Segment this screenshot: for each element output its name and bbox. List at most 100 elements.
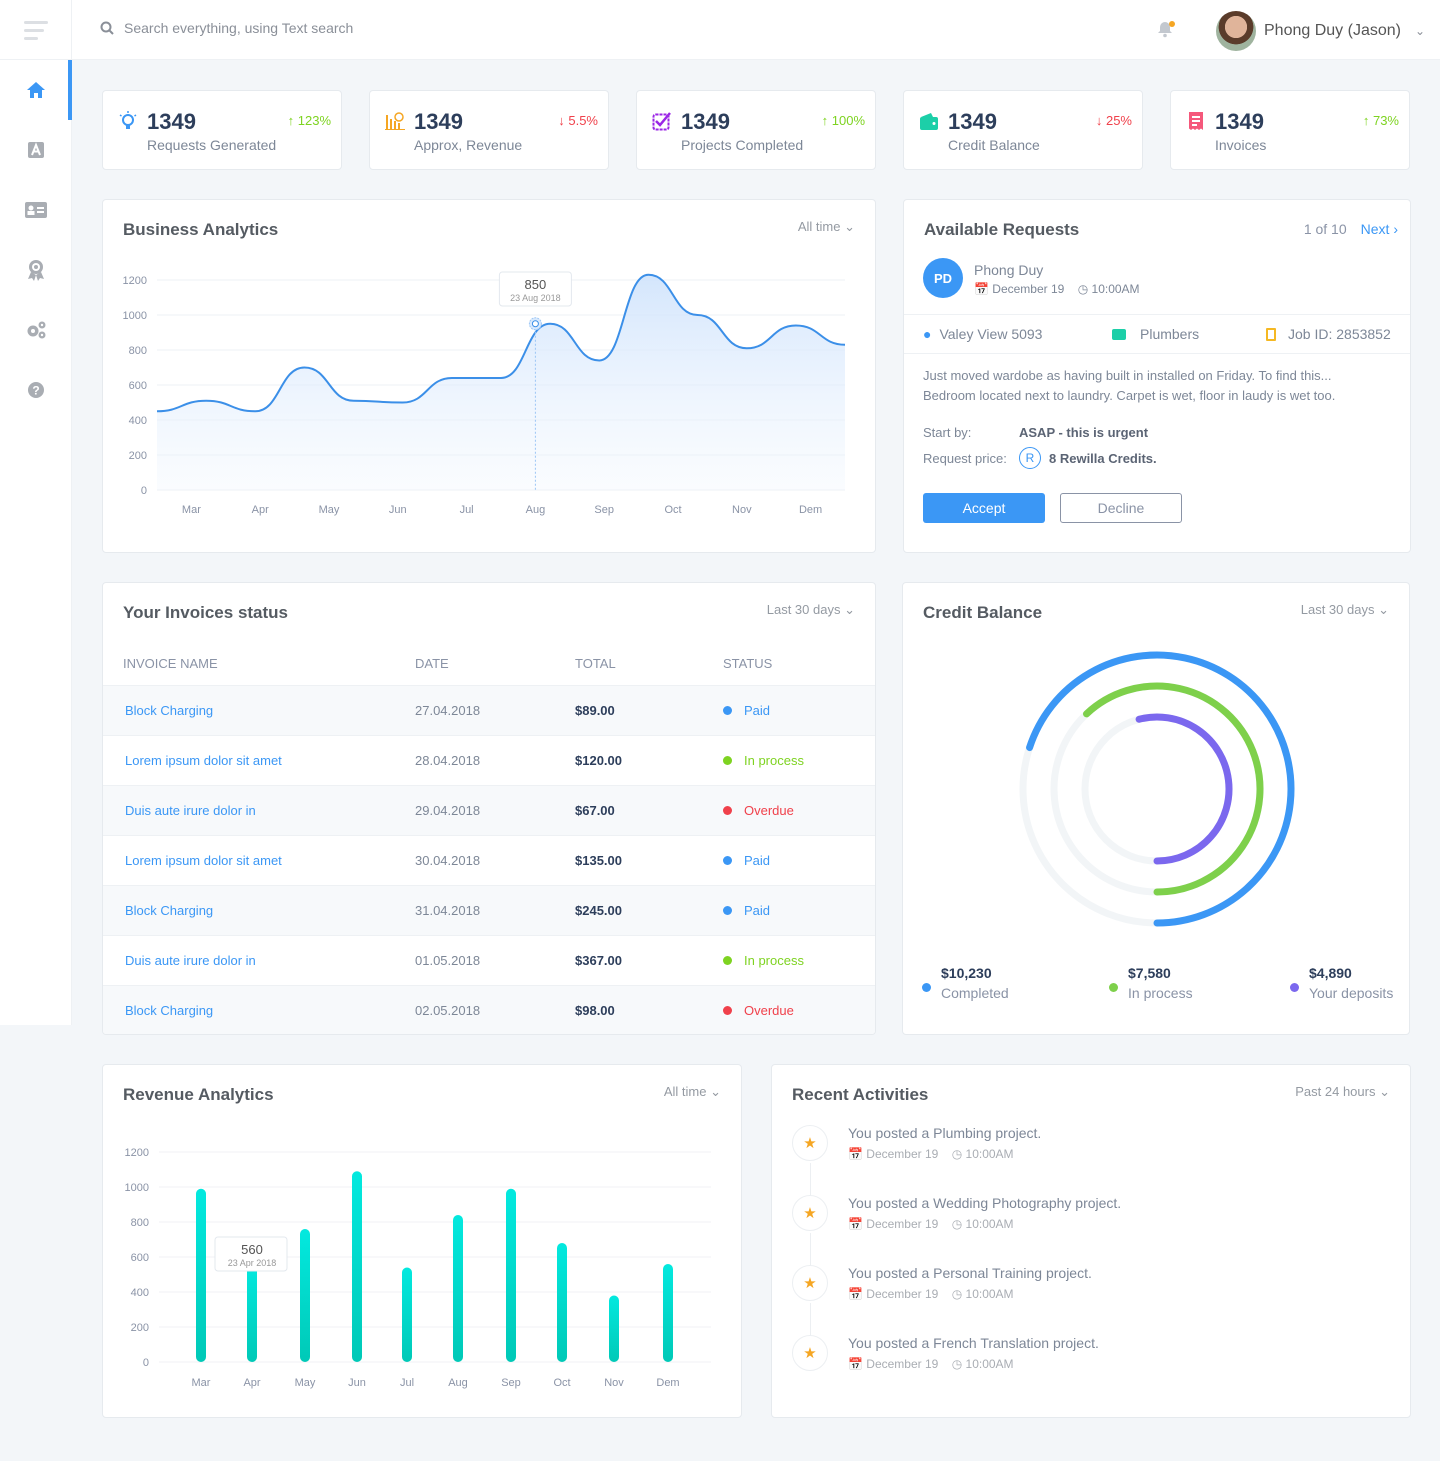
bar[interactable] (557, 1243, 567, 1362)
chevron-right-icon: › (1393, 221, 1398, 237)
chevron-down-icon: ⌄ (1379, 1084, 1390, 1099)
activity-date: December 19 (866, 1357, 939, 1371)
bar[interactable] (247, 1264, 257, 1362)
x-tick-label: Aug (526, 504, 546, 516)
avatar (1216, 11, 1256, 51)
invoice-name-link[interactable]: Lorem ipsum dolor sit amet (103, 735, 415, 786)
y-tick-label: 0 (141, 485, 147, 497)
bar[interactable] (402, 1267, 412, 1363)
invoice-status: Paid (723, 685, 875, 736)
table-row[interactable]: Lorem ipsum dolor sit amet 30.04.2018 $1… (103, 835, 875, 886)
stat-change-value: 123% (297, 113, 331, 128)
price-value: 8 Rewilla Credits. (1049, 451, 1157, 466)
table-row[interactable]: Block Charging 27.04.2018 $89.00 Paid (103, 685, 875, 736)
stat-label: Projects Completed (681, 137, 804, 153)
sidebar-item-settings[interactable] (0, 300, 71, 360)
bar[interactable] (453, 1215, 463, 1362)
invoice-name-link[interactable]: Duis aute irure dolor in (103, 935, 415, 986)
decline-button[interactable]: Decline (1060, 493, 1182, 523)
bar[interactable] (609, 1295, 619, 1363)
table-row[interactable]: Lorem ipsum dolor sit amet 28.04.2018 $1… (103, 735, 875, 786)
invoice-name-link[interactable]: Duis aute irure dolor in (103, 785, 415, 836)
time-filter-dropdown[interactable]: Last 30 days ⌄ (767, 602, 855, 618)
invoice-name-link[interactable]: Block Charging (103, 885, 415, 936)
rewilla-credit-icon: R (1019, 447, 1041, 469)
activity-time: 10:00AM (965, 1287, 1014, 1301)
time-filter-dropdown[interactable]: Last 30 days ⌄ (1301, 602, 1389, 618)
highlight-point-inner (531, 320, 539, 328)
invoice-name-link[interactable]: Lorem ipsum dolor sit amet (103, 835, 415, 886)
table-row[interactable]: Block Charging 02.05.2018 $98.00 Overdue (103, 985, 875, 1034)
user-menu[interactable]: Phong Duy (Jason) ⌄ (1216, 11, 1425, 51)
category-text: Plumbers (1140, 326, 1200, 342)
x-tick-label: Dem (656, 1377, 679, 1389)
filter-label: Last 30 days (766, 602, 841, 617)
arrow-down-icon: ↓ (1095, 113, 1103, 128)
available-requests-card: Available Requests 1 of 10 Next › PD Pho… (903, 199, 1411, 553)
search-bar (100, 20, 524, 36)
card-title: Available Requests (924, 220, 1080, 239)
legend-dot (1109, 983, 1118, 992)
list-item: ★ You posted a Wedding Photography proje… (792, 1195, 1352, 1265)
table-row[interactable]: Block Charging 31.04.2018 $245.00 Paid (103, 885, 875, 936)
time-filter-dropdown[interactable]: Past 24 hours ⌄ (1295, 1084, 1390, 1100)
bar[interactable] (663, 1264, 673, 1362)
stat-card-invoices: 1349 Invoices ↑ 73% (1170, 90, 1410, 170)
bar[interactable] (196, 1188, 206, 1362)
invoice-total: $367.00 (575, 935, 723, 986)
invoice-name-link[interactable]: Block Charging (103, 685, 415, 736)
card-title: Your Invoices status (123, 603, 289, 622)
top-bar: Phong Duy (Jason) ⌄ (0, 0, 1440, 60)
table-row[interactable]: Duis aute irure dolor in 01.05.2018 $367… (103, 935, 875, 986)
id-badge-icon (1266, 327, 1276, 341)
stat-change-value: 73% (1372, 113, 1399, 128)
sidebar-item-awards[interactable] (0, 240, 71, 300)
invoice-date: 01.05.2018 (415, 935, 575, 986)
invoice-name-link[interactable]: Block Charging (103, 985, 415, 1034)
sidebar-item-contacts[interactable] (0, 180, 71, 240)
sidebar-item-help[interactable]: ? (0, 360, 71, 420)
bar[interactable] (506, 1188, 516, 1362)
sidebar-item-apps[interactable] (0, 120, 71, 180)
business-analytics-card: Business Analytics All time ⌄ 0 200 400 600… (102, 199, 876, 553)
x-tick-label: Nov (604, 1377, 624, 1389)
column-header: INVOICE NAME (103, 643, 415, 686)
y-tick-label: 200 (129, 450, 147, 462)
bar[interactable] (300, 1229, 310, 1362)
search-input[interactable] (124, 20, 524, 36)
tooltip-date: 23 Apr 2018 (228, 1258, 277, 1268)
tooltip-value: 850 (525, 277, 547, 292)
next-button[interactable]: Next › (1361, 221, 1398, 237)
invoice-status: Overdue (723, 985, 875, 1034)
notification-button[interactable] (1156, 20, 1176, 40)
y-tick-label: 800 (129, 345, 147, 357)
legend-label: Your deposits (1309, 985, 1394, 1001)
stat-change-value: 100% (831, 113, 865, 128)
recent-activities-card: Recent Activities Past 24 hours ⌄ ★ You … (771, 1064, 1411, 1418)
accept-button[interactable]: Accept (923, 493, 1045, 523)
category-info: Plumbers (1112, 326, 1199, 342)
sidebar-item-home[interactable] (0, 60, 72, 120)
chart-icon (384, 111, 406, 133)
activity-date: December 19 (866, 1217, 939, 1231)
start-by-row: Start by: ASAP - this is urgent (923, 425, 1148, 440)
menu-toggle-button[interactable] (0, 0, 72, 60)
activity-text: You posted a Plumbing project. (848, 1125, 1042, 1141)
arrow-up-icon: ↑ (1362, 113, 1370, 128)
legend-label: Completed (941, 985, 1009, 1001)
x-tick-label: Mar (192, 1377, 211, 1389)
bar[interactable] (352, 1171, 362, 1362)
revenue-analytics-card: Revenue Analytics All time ⌄ 0 200 400 600 8… (102, 1064, 742, 1418)
invoice-status: Paid (723, 885, 875, 936)
activity-time: 10:00AM (965, 1357, 1014, 1371)
divider (904, 314, 1410, 315)
tooltip-value: 560 (241, 1242, 263, 1257)
legend-item: $7,580 In process (1109, 965, 1193, 1001)
table-row[interactable]: Duis aute irure dolor in 29.04.2018 $67.… (103, 785, 875, 836)
y-tick-label: 1000 (125, 1182, 149, 1194)
column-header: TOTAL (575, 643, 723, 686)
card-title: Recent Activities (792, 1085, 929, 1104)
revenue-bar-chart: 0 200 400 600 800 1000 1200 Mar Apr May Jun Jul Aug S… (125, 1147, 711, 1389)
help-icon: ? (27, 382, 44, 398)
star-icon: ★ (792, 1335, 828, 1371)
